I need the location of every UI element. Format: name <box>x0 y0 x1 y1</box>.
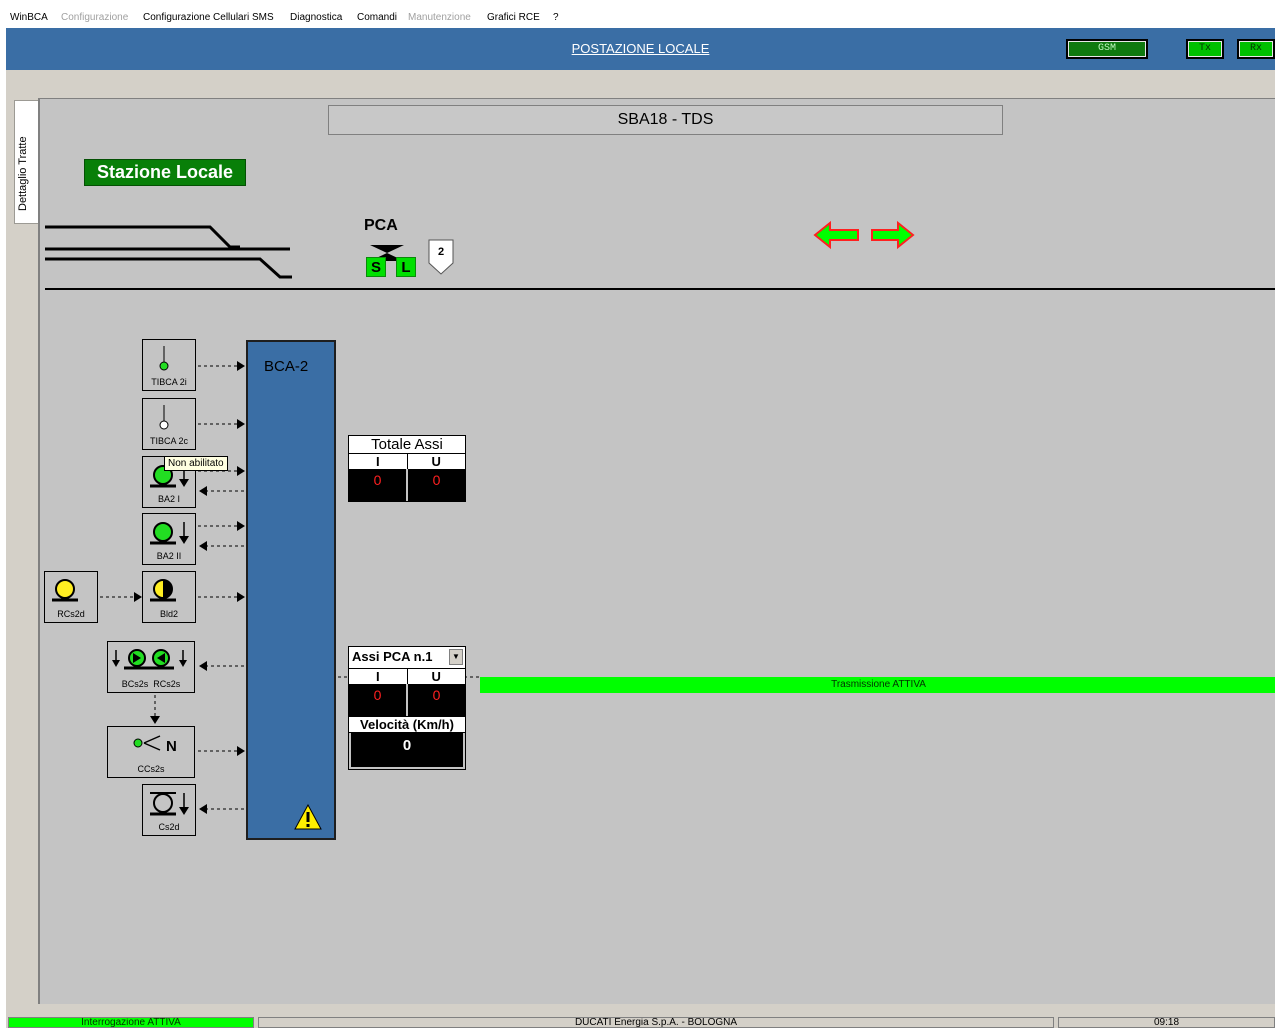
speed-label: Velocità (Km/h) <box>349 716 465 733</box>
header-bar: POSTAZIONE LOCALE GSM Tx Rx <box>6 28 1275 70</box>
rx-indicator-label: Rx <box>1240 42 1272 56</box>
tooltip: Non abilitato <box>164 456 228 471</box>
device-rcs2s-label: RCs2s <box>153 679 181 689</box>
assi-pca-value-i: 0 <box>349 684 408 716</box>
device-rcs2d-label: RCs2d <box>57 609 85 619</box>
device-ccs2s-label: CCs2s <box>137 764 165 774</box>
device-ba2-i-label: BA2 I <box>157 494 180 504</box>
axle-counter-yellow-icon <box>52 579 78 602</box>
axle-counter-empty-icon <box>150 792 189 816</box>
tx-indicator-label: Tx <box>1189 42 1221 56</box>
device-tibca-2i-label: TIBCA 2i <box>151 377 187 387</box>
status-bar: Interrogazione ATTIVA DUCATI Energia S.p… <box>6 1016 1275 1028</box>
menu-diagnostica[interactable]: Diagnostica <box>290 12 342 23</box>
totale-assi-title: Totale Assi <box>349 436 465 454</box>
device-bcs2s-rcs2s[interactable]: BCs2s RCs2s <box>107 641 195 693</box>
axle-counter-green-icon <box>150 522 189 545</box>
menu-winbca[interactable]: WinBCA <box>10 12 48 23</box>
signal-off-icon <box>159 405 169 430</box>
svg-text:N: N <box>166 738 177 755</box>
device-bld2-label: Bld2 <box>159 609 178 619</box>
app-window: WinBCA Configurazione Configurazione Cel… <box>6 8 1275 1028</box>
device-ba2-ii-label: BA2 II <box>156 551 182 561</box>
assi-pca-panel: Assi PCA n.1 ▼ I U 0 0 Velocità (Km/h) 0 <box>348 646 466 770</box>
assi-pca-header-row: I U <box>349 669 465 684</box>
assi-pca-value-u: 0 <box>408 684 465 716</box>
assi-pca-values-row: 0 0 <box>349 684 465 716</box>
device-bcs2s-rcs2s-label: BCs2s RCs2s <box>108 679 194 689</box>
tab-dettaglio-tratte[interactable]: Dettaglio Tratte <box>14 100 40 224</box>
menu-comandi[interactable]: Comandi <box>357 12 397 23</box>
warning-triangle-icon[interactable] <box>294 804 322 830</box>
axle-counter-half-icon <box>150 579 176 602</box>
totale-assi-panel: Totale Assi I U 0 0 <box>348 435 466 502</box>
signal-green-icon <box>159 346 169 371</box>
status-clock: 09:18 <box>1058 1017 1275 1028</box>
speed-value: 0 <box>351 733 463 767</box>
device-bcs2s-label: BCs2s <box>121 679 149 689</box>
device-tibca-2i[interactable]: TIBCA 2i <box>142 339 196 391</box>
arrow-right-icon <box>871 220 915 250</box>
chevron-down-icon[interactable]: ▼ <box>449 649 463 665</box>
double-axle-counter-icon <box>112 649 187 670</box>
totale-assi-col-u: U <box>407 454 465 469</box>
totale-assi-value-i: 0 <box>349 469 408 501</box>
totale-assi-values-row: 0 0 <box>349 469 465 501</box>
gsm-indicator: GSM <box>1066 39 1148 59</box>
device-bld2[interactable]: Bld2 <box>142 571 196 623</box>
menu-configurazione-cellulari-sms[interactable]: Configurazione Cellulari SMS <box>143 12 274 23</box>
status-company: DUCATI Energia S.p.A. - BOLOGNA <box>258 1017 1054 1028</box>
device-ba2-ii[interactable]: BA2 II <box>142 513 196 565</box>
assi-pca-select[interactable]: Assi PCA n.1 ▼ <box>349 647 465 669</box>
toolbar-area <box>6 70 1275 96</box>
totale-assi-header-row: I U <box>349 454 465 469</box>
menu-bar: WinBCA Configurazione Configurazione Cel… <box>6 8 1275 28</box>
menu-grafici-rce[interactable]: Grafici RCE <box>487 12 540 23</box>
menu-configurazione[interactable]: Configurazione <box>61 12 128 23</box>
bca-label: BCA-2 <box>264 358 309 375</box>
totale-assi-col-i: I <box>349 454 408 469</box>
totale-assi-value-u: 0 <box>408 469 465 501</box>
device-cs2d[interactable]: Cs2d <box>142 784 196 836</box>
tx-indicator: Tx <box>1186 39 1224 59</box>
menu-help[interactable]: ? <box>553 12 559 23</box>
tab-dettaglio-tratte-label: Dettaglio Tratte <box>17 136 29 211</box>
device-tibca-2c[interactable]: TIBCA 2c <box>142 398 196 450</box>
rx-indicator: Rx <box>1237 39 1275 59</box>
main-panel: SBA18 - TDS Stazione Locale PCA S L 2 BC… <box>38 98 1275 1004</box>
bca-block[interactable]: BCA-2 <box>246 340 336 840</box>
assi-pca-selected: Assi PCA n.1 <box>352 649 433 664</box>
menu-manutenzione[interactable]: Manutenzione <box>408 12 471 23</box>
device-cs2d-label: Cs2d <box>158 822 180 832</box>
transmission-status-bar: Trasmissione ATTIVA <box>480 677 1275 693</box>
level-crossing-icon: N <box>133 735 177 755</box>
gsm-indicator-label: GSM <box>1069 42 1145 56</box>
arrow-left-icon <box>813 220 859 250</box>
device-rcs2d[interactable]: RCs2d <box>44 571 98 623</box>
device-ccs2s[interactable]: N CCs2s <box>107 726 195 778</box>
status-polling: Interrogazione ATTIVA <box>8 1017 254 1028</box>
assi-pca-col-i: I <box>349 669 408 684</box>
assi-pca-col-u: U <box>407 669 465 684</box>
device-tibca-2c-label: TIBCA 2c <box>149 436 188 446</box>
